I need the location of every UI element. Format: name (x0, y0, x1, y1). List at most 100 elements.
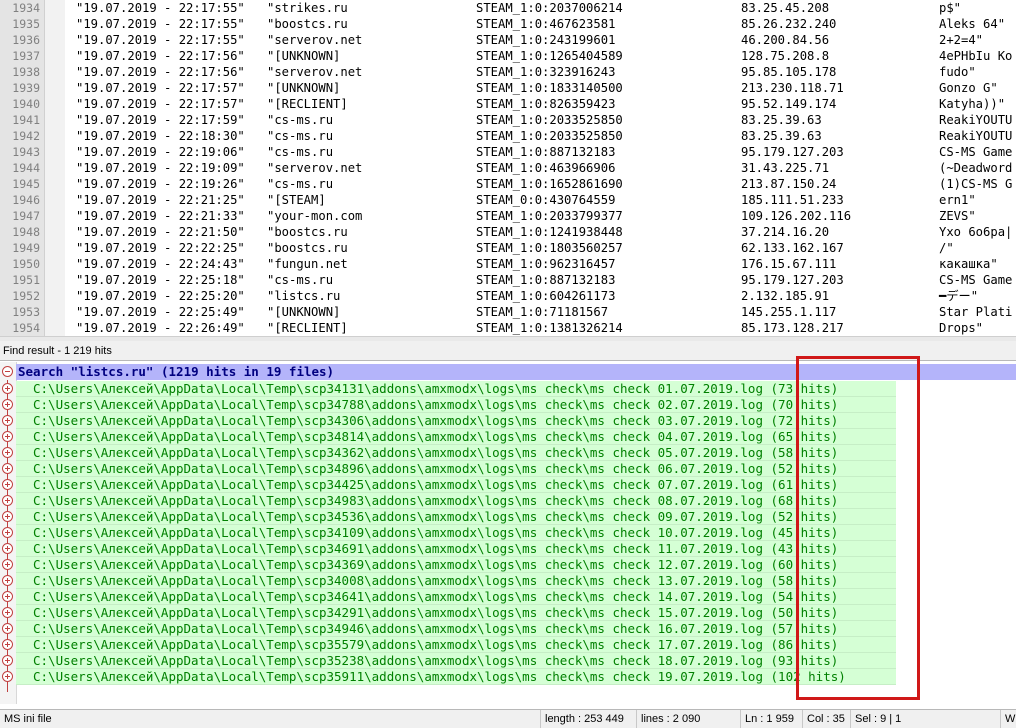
search-result-file-row[interactable]: C:\Users\Алексей\AppData\Local\Temp\scp3… (16, 461, 896, 477)
code-line[interactable]: 1949 "19.07.2019 - 22:22:25" "boostcs.ru ST… (0, 240, 1016, 256)
log-date: "19.07.2019 - 22:17:57" (76, 97, 245, 111)
search-result-file-row[interactable]: C:\Users\Алексей\AppData\Local\Temp\scp3… (16, 429, 896, 445)
fold-collapse-icon[interactable] (2, 366, 13, 377)
log-steam-id: STEAM_1:0:1265404589 (476, 49, 623, 63)
fold-expand-icon[interactable] (2, 543, 13, 554)
code-line[interactable]: 1952 "19.07.2019 - 22:25:20" "listcs.ru STE… (0, 288, 1016, 304)
log-server: "cs-ms.ru (267, 145, 334, 159)
log-server: "fungun.net (267, 257, 348, 271)
search-result-file-row[interactable]: C:\Users\Алексей\AppData\Local\Temp\scp3… (16, 413, 896, 429)
search-result-file-row[interactable]: C:\Users\Алексей\AppData\Local\Temp\scp3… (16, 621, 896, 637)
code-line[interactable]: 1942 "19.07.2019 - 22:18:30" "cs-ms.ru STEA… (0, 128, 1016, 144)
log-ip: 95.85.105.178 (741, 65, 837, 79)
log-steam-id: STEAM_1:0:887132183 (476, 273, 616, 287)
search-result-file-row[interactable]: C:\Users\Алексей\AppData\Local\Temp\scp3… (16, 509, 896, 525)
fold-expand-icon[interactable] (2, 383, 13, 394)
search-result-file-row[interactable]: C:\Users\Алексей\AppData\Local\Temp\scp3… (16, 397, 896, 413)
fold-expand-icon[interactable] (2, 655, 13, 666)
fold-expand-icon[interactable] (2, 559, 13, 570)
log-ip: 2.132.185.91 (741, 289, 830, 303)
fold-expand-icon[interactable] (2, 399, 13, 410)
code-line[interactable]: 1936 "19.07.2019 - 22:17:55" "serverov.net… (0, 32, 1016, 48)
fold-expand-icon[interactable] (2, 639, 13, 650)
log-player-name: Katyha))" (939, 97, 1006, 111)
log-ip: 31.43.225.71 (741, 161, 830, 175)
status-col: Col : 35 (802, 710, 850, 728)
search-result-file-row[interactable]: C:\Users\Алексей\AppData\Local\Temp\scp3… (16, 493, 896, 509)
log-ip: 85.26.232.240 (741, 17, 837, 31)
log-ip: 85.173.128.217 (741, 321, 844, 335)
log-steam-id: STEAM_1:0:2033525850 (476, 129, 623, 143)
code-line[interactable]: 1946 "19.07.2019 - 22:21:25" "[STEAM] STEAM… (0, 192, 1016, 208)
log-date: "19.07.2019 - 22:19:06" (76, 145, 245, 159)
code-line[interactable]: 1953 "19.07.2019 - 22:25:49" "[UNKNOWN] STE… (0, 304, 1016, 320)
fold-expand-icon[interactable] (2, 415, 13, 426)
log-date: "19.07.2019 - 22:21:50" (76, 225, 245, 239)
code-line[interactable]: 1938 "19.07.2019 - 22:17:56" "serverov.net… (0, 64, 1016, 80)
status-lines: lines : 2 090 (636, 710, 740, 728)
status-eol: W (1000, 710, 1016, 728)
fold-expand-icon[interactable] (2, 511, 13, 522)
fold-expand-icon[interactable] (2, 495, 13, 506)
log-date: "19.07.2019 - 22:21:33" (76, 209, 245, 223)
fold-expand-icon[interactable] (2, 447, 13, 458)
search-result-file-row[interactable]: C:\Users\Алексей\AppData\Local\Temp\scp3… (16, 541, 896, 557)
log-date: "19.07.2019 - 22:22:25" (76, 241, 245, 255)
search-result-file-row[interactable]: C:\Users\Алексей\AppData\Local\Temp\scp3… (16, 669, 896, 685)
log-player-name: (1)CS-MS G (939, 177, 1013, 191)
log-server: "cs-ms.ru (267, 273, 334, 287)
code-line[interactable]: 1954 "19.07.2019 - 22:26:49" "[RECLIENT] ST… (0, 320, 1016, 336)
code-line[interactable]: 1947 "19.07.2019 - 22:21:33" "your-mon.com… (0, 208, 1016, 224)
fold-expand-icon[interactable] (2, 623, 13, 634)
fold-expand-icon[interactable] (2, 431, 13, 442)
log-date: "19.07.2019 - 22:25:49" (76, 305, 245, 319)
line-number: 1948 (12, 225, 40, 239)
code-line[interactable]: 1948 "19.07.2019 - 22:21:50" "boostcs.ru ST… (0, 224, 1016, 240)
search-result-file-row[interactable]: C:\Users\Алексей\AppData\Local\Temp\scp3… (16, 381, 896, 397)
fold-expand-icon[interactable] (2, 575, 13, 586)
code-line[interactable]: 1950 "19.07.2019 - 22:24:43" "fungun.net ST… (0, 256, 1016, 272)
code-line[interactable]: 1940 "19.07.2019 - 22:17:57" "[RECLIENT] ST… (0, 96, 1016, 112)
code-line[interactable]: 1941 "19.07.2019 - 22:17:59" "cs-ms.ru STEA… (0, 112, 1016, 128)
fold-expand-icon[interactable] (2, 479, 13, 490)
line-number: 1940 (12, 97, 40, 111)
search-result-file-row[interactable]: C:\Users\Алексей\AppData\Local\Temp\scp3… (16, 605, 896, 621)
editor-pane[interactable]: 1934 "19.07.2019 - 22:17:55" "strikes.ru ST… (0, 0, 1016, 336)
fold-expand-icon[interactable] (2, 671, 13, 682)
line-number: 1938 (12, 65, 40, 79)
search-result-file-row[interactable]: C:\Users\Алексей\AppData\Local\Temp\scp3… (16, 637, 896, 653)
fold-expand-icon[interactable] (2, 527, 13, 538)
fold-expand-icon[interactable] (2, 591, 13, 602)
code-line[interactable]: 1934 "19.07.2019 - 22:17:55" "strikes.ru ST… (0, 0, 1016, 16)
fold-expand-icon[interactable] (2, 463, 13, 474)
log-player-name: 2+2=4" (939, 33, 984, 47)
code-lines[interactable]: 1934 "19.07.2019 - 22:17:55" "strikes.ru ST… (0, 0, 1016, 336)
log-date: "19.07.2019 - 22:19:26" (76, 177, 245, 191)
log-player-name: Star Plati (939, 305, 1013, 319)
search-result-file-row[interactable]: C:\Users\Алексей\AppData\Local\Temp\scp3… (16, 525, 896, 541)
code-line[interactable]: 1943 "19.07.2019 - 22:19:06" "cs-ms.ru STEA… (0, 144, 1016, 160)
search-result-file-row[interactable]: C:\Users\Алексей\AppData\Local\Temp\scp3… (16, 589, 896, 605)
code-line[interactable]: 1944 "19.07.2019 - 22:19:09" "serverov.net… (0, 160, 1016, 176)
log-server: "[RECLIENT] (267, 321, 348, 335)
log-player-name: ReakiYOUTU (939, 113, 1013, 127)
search-result-file-row[interactable]: C:\Users\Алексей\AppData\Local\Temp\scp3… (16, 477, 896, 493)
search-result-file-row[interactable]: C:\Users\Алексей\AppData\Local\Temp\scp3… (16, 445, 896, 461)
code-line[interactable]: 1951 "19.07.2019 - 22:25:18" "cs-ms.ru STEA… (0, 272, 1016, 288)
code-line[interactable]: 1935 "19.07.2019 - 22:17:55" "boostcs.ru ST… (0, 16, 1016, 32)
search-result-file-row[interactable]: C:\Users\Алексей\AppData\Local\Temp\scp3… (16, 573, 896, 589)
code-line[interactable]: 1945 "19.07.2019 - 22:19:26" "cs-ms.ru STEA… (0, 176, 1016, 192)
log-server: "boostcs.ru (267, 241, 348, 255)
log-steam-id: STEAM_1:0:2037006214 (476, 1, 623, 15)
log-player-name: Drops" (939, 321, 984, 335)
search-result-file-row[interactable]: C:\Users\Алексей\AppData\Local\Temp\scp3… (16, 557, 896, 573)
search-result-file-row[interactable]: C:\Users\Алексей\AppData\Local\Temp\scp3… (16, 653, 896, 669)
code-line[interactable]: 1937 "19.07.2019 - 22:17:56" "[UNKNOWN] STE… (0, 48, 1016, 64)
log-ip: 83.25.45.208 (741, 1, 830, 15)
fold-expand-icon[interactable] (2, 607, 13, 618)
log-steam-id: STEAM_1:0:604261173 (476, 289, 616, 303)
code-line[interactable]: 1939 "19.07.2019 - 22:17:57" "[UNKNOWN] STE… (0, 80, 1016, 96)
status-bar: MS ini file length : 253 449 lines : 2 0… (0, 709, 1016, 728)
log-player-name: CS-MS Game (939, 273, 1013, 287)
log-date: "19.07.2019 - 22:17:56" (76, 49, 245, 63)
